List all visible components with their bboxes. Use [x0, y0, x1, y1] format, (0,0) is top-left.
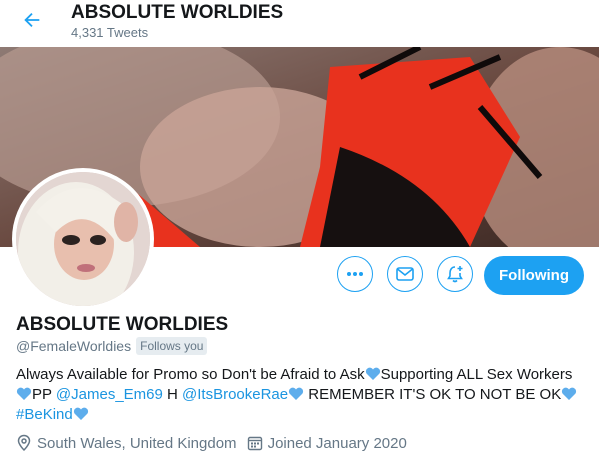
blue-heart-icon [289, 387, 304, 400]
location: South Wales, United Kingdom [16, 434, 237, 452]
arrow-left-icon[interactable] [20, 9, 44, 31]
follows-you-badge: Follows you [136, 337, 208, 355]
profile-handle: @FemaleWorldies [16, 338, 132, 354]
envelope-icon [396, 267, 414, 281]
bio-text: Supporting ALL Sex Workers [380, 366, 573, 383]
bell-plus-icon [447, 266, 463, 283]
following-button[interactable]: Following [484, 256, 584, 295]
mention-link[interactable]: @ItsBrookeRae [182, 386, 288, 403]
more-button[interactable] [337, 256, 373, 292]
message-button[interactable] [387, 256, 423, 292]
notifications-button[interactable] [437, 256, 473, 292]
profile-name: ABSOLUTE WORLDIES [16, 314, 229, 335]
profile-bio: Always Available for Promo so Don't be A… [16, 365, 591, 425]
blue-heart-icon [16, 387, 32, 400]
mention-link[interactable]: @James_Em69 [56, 386, 163, 403]
blue-heart-icon [562, 387, 577, 400]
bio-text: Always Available for Promo so Don't be A… [16, 366, 365, 383]
tweet-count: 4,331 Tweets [71, 25, 149, 40]
location-text: South Wales, United Kingdom [37, 434, 237, 452]
bio-text: PP [32, 386, 56, 403]
join-date-text: Joined January 2020 [267, 434, 407, 452]
profile-meta: South Wales, United Kingdom Joined Janua… [16, 434, 417, 452]
calendar-icon [247, 436, 262, 451]
more-icon [347, 272, 363, 276]
location-pin-icon [17, 434, 31, 452]
bio-text: REMEMBER IT'S OK TO NOT BE OK [304, 386, 562, 403]
blue-heart-icon [73, 407, 88, 420]
hashtag-link[interactable]: #BeKind [16, 406, 73, 423]
bio-text: H [162, 386, 183, 403]
header-title: ABSOLUTE WORLDIES [71, 2, 284, 23]
profile-header: ABSOLUTE WORLDIES 4,331 Tweets [0, 0, 599, 47]
avatar-image [16, 172, 150, 306]
blue-heart-icon [365, 367, 380, 380]
join-date: Joined January 2020 [247, 435, 407, 452]
avatar-frame[interactable] [12, 168, 154, 310]
handle-row: @FemaleWorldies Follows you [16, 337, 208, 355]
avatar[interactable] [16, 172, 150, 306]
